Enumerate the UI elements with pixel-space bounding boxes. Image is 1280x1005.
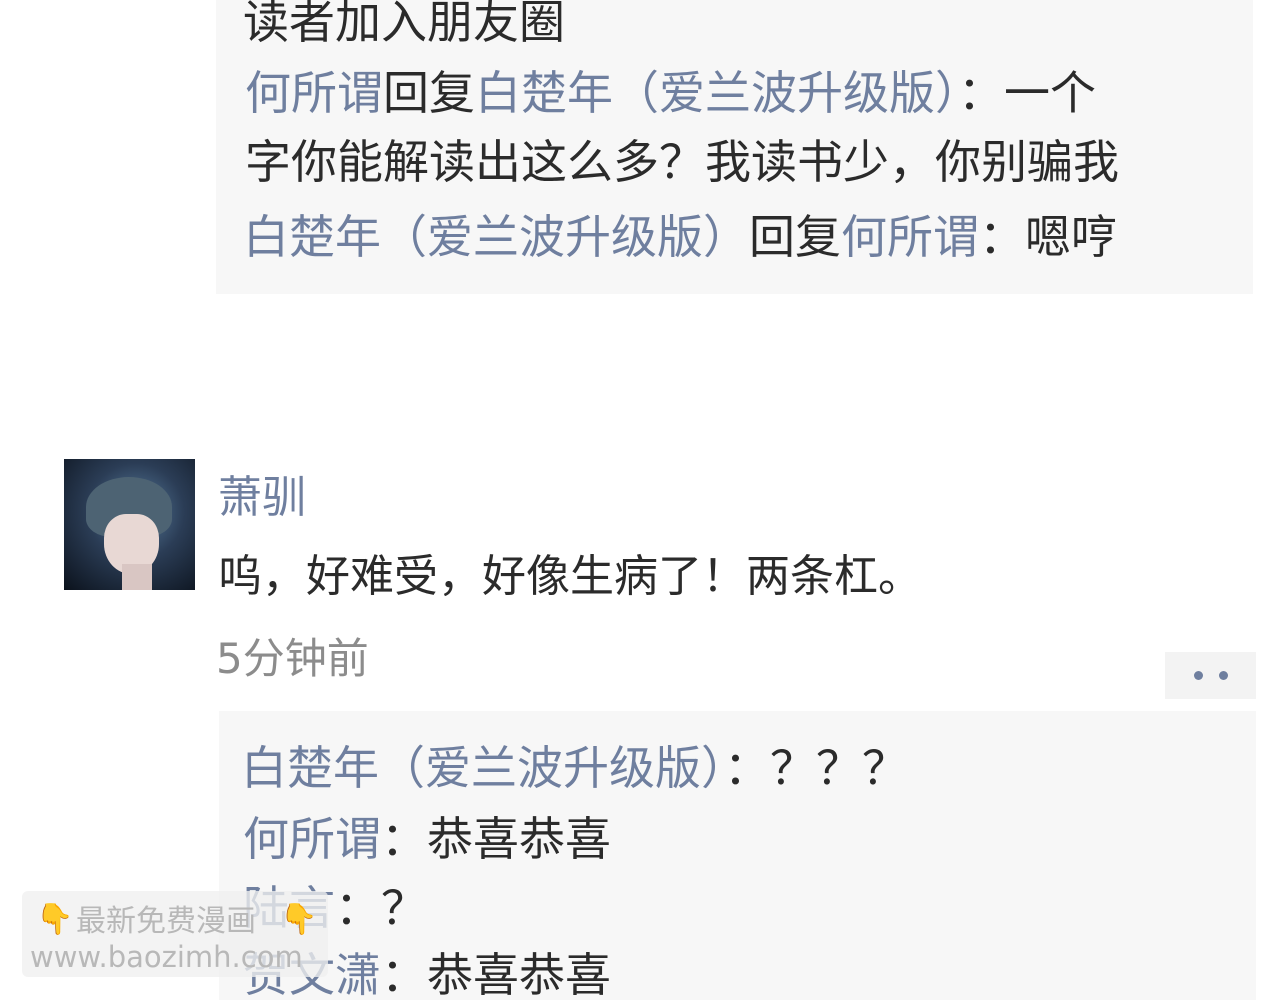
reply-target-name[interactable]: 白楚年（爱兰波升级版） (475, 66, 958, 120)
pointing-down-hand-icon: 👇 (280, 902, 318, 937)
comment-text: ？？？ (770, 741, 908, 795)
commenter-name[interactable]: 何所谓 (243, 812, 381, 866)
watermark-url: www.baozimh.com (30, 940, 303, 974)
comment-line: 字你能解读出这么多？我读书少，你别骗我 (245, 132, 1119, 192)
comment-text: 恭喜恭喜 (427, 812, 611, 866)
comment-separator: ： (381, 948, 427, 1002)
pointing-down-hand-icon: 👇 (36, 902, 74, 937)
comment-text: ？ (381, 881, 427, 935)
commenter-name[interactable]: 白楚年（爱兰波升级版） (241, 741, 724, 795)
more-dots-icon (1218, 671, 1228, 680)
comment-separator: ： (979, 210, 1025, 264)
comment-text: 一个 (1004, 66, 1096, 120)
comment-separator: ： (958, 66, 1004, 120)
comment-line: 读者加入朋友圈 (243, 0, 565, 52)
commenter-name[interactable]: 白楚年（爱兰波升级版） (243, 210, 749, 264)
more-options-button[interactable] (1165, 652, 1256, 699)
reply-label: 回复 (749, 210, 841, 264)
comment-text: 字你能解读出这么多？我读书少，你别骗我 (245, 135, 1119, 189)
comment-separator: ： (335, 881, 381, 935)
comment-line: 何所谓：恭喜恭喜 (243, 809, 611, 869)
comment-separator: ： (724, 741, 770, 795)
comment-line: 何所谓回复白楚年（爱兰波升级版）：一个 (245, 63, 1096, 123)
comment-text: 恭喜恭喜 (427, 948, 611, 1002)
reply-target-name[interactable]: 何所谓 (841, 210, 979, 264)
comment-separator: ： (381, 812, 427, 866)
avatar-neck (122, 564, 152, 590)
commenter-name[interactable]: 何所谓 (245, 66, 383, 120)
post-author-name[interactable]: 萧驯 (218, 470, 306, 526)
post-text: 呜，好难受，好像生病了！两条杠。 (218, 551, 922, 602)
comment-line: 白楚年（爱兰波升级版）：？？？ (241, 738, 908, 798)
comment-text: 读者加入朋友圈 (243, 0, 565, 49)
post-timestamp: 5分钟前 (216, 634, 369, 683)
more-dots-icon (1193, 671, 1203, 680)
comment-line: 白楚年（爱兰波升级版）回复何所谓：嗯哼 (243, 207, 1117, 267)
avatar[interactable] (64, 459, 195, 590)
comment-text: 嗯哼 (1025, 210, 1117, 264)
reply-label: 回复 (383, 66, 475, 120)
watermark-text: 最新免费漫画 (76, 904, 256, 939)
